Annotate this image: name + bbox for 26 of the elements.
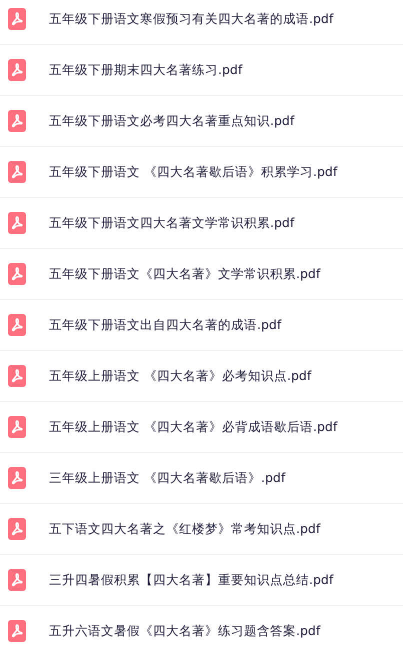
- pdf-icon: [8, 314, 26, 336]
- pdf-icon: [8, 620, 26, 642]
- file-name[interactable]: 五年级下册语文必考四大名著重点知识.pdf: [49, 112, 294, 130]
- file-name[interactable]: 五年级下册语文出自四大名著的成语.pdf: [49, 316, 282, 334]
- file-name[interactable]: 五年级下册语文四大名著文学常识积累.pdf: [49, 214, 294, 232]
- file-name[interactable]: 五年级下册语文《四大名著》文学常识积累.pdf: [49, 266, 320, 282]
- pdf-icon: [8, 518, 26, 540]
- pdf-icon: [8, 110, 26, 132]
- pdf-icon: [8, 59, 26, 81]
- pdf-icon: [8, 212, 26, 234]
- pdf-icon: [8, 467, 26, 489]
- file-name[interactable]: 三升四暑假积累【四大名著】重要知识点总结.pdf: [49, 572, 334, 588]
- pdf-icon: [8, 8, 26, 30]
- file-name[interactable]: 五下语文四大名著之《红楼梦》常考知识点.pdf: [49, 520, 320, 538]
- pdf-icon: [8, 263, 26, 285]
- pdf-icon: [8, 365, 26, 387]
- file-name[interactable]: 三年级上册语文 《四大名著歇后语》.pdf: [49, 470, 286, 486]
- pdf-icon: [8, 569, 26, 591]
- file-name[interactable]: 五升六语文暑假《四大名著》练习题含答案.pdf: [49, 622, 320, 640]
- file-name[interactable]: 五年级上册语文 《四大名著》必考知识点.pdf: [49, 368, 312, 384]
- file-name[interactable]: 五年级上册语文 《四大名著》必背成语歇后语.pdf: [49, 418, 338, 436]
- file-name[interactable]: 五年级下册语文寒假预习有关四大名著的成语.pdf: [49, 10, 334, 28]
- pdf-icon: [8, 416, 26, 438]
- file-name[interactable]: 五年级下册语文 《四大名著歇后语》积累学习.pdf: [49, 164, 338, 180]
- file-name[interactable]: 五年级下册期末四大名著练习.pdf: [49, 62, 242, 78]
- pdf-icon: [8, 161, 26, 183]
